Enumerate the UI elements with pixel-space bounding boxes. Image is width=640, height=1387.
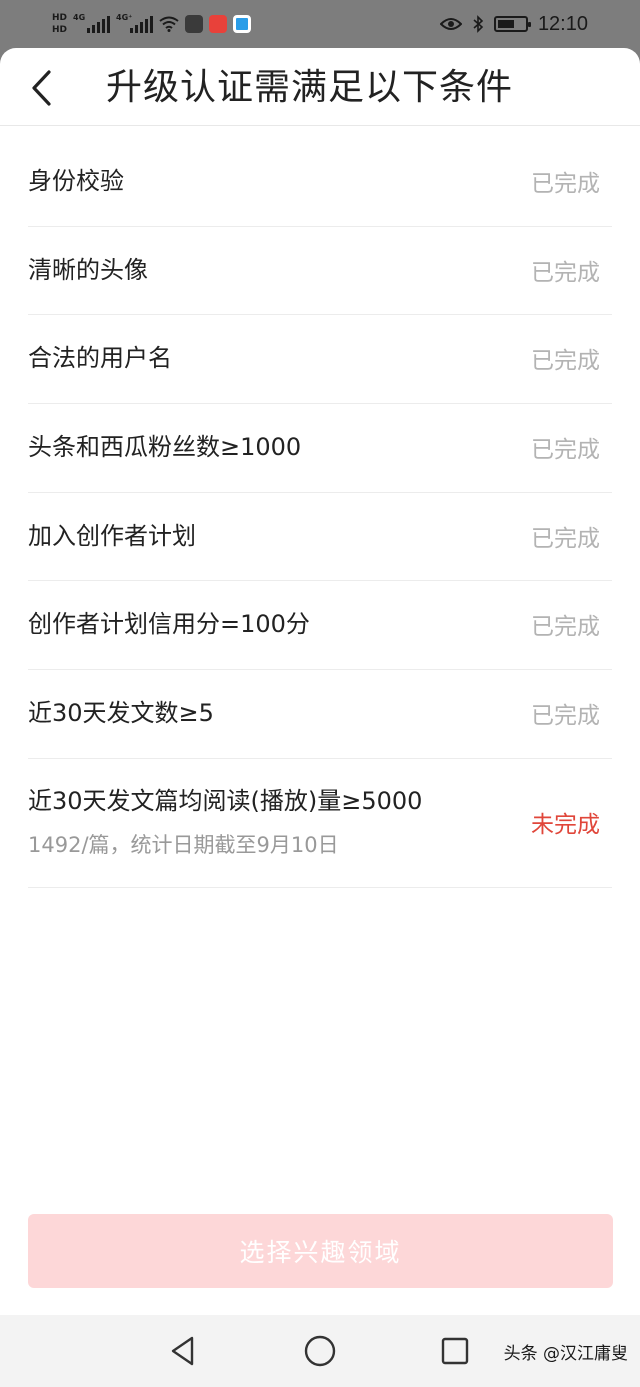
condition-row: 合法的用户名 已完成 xyxy=(28,315,612,405)
nav-recents-icon[interactable] xyxy=(437,1333,473,1369)
back-button[interactable] xyxy=(20,66,64,110)
nav-home-icon[interactable] xyxy=(302,1333,338,1369)
condition-row: 加入创作者计划 已完成 xyxy=(28,493,612,582)
condition-status: 已完成 xyxy=(531,171,600,197)
select-interest-button[interactable]: 选择兴趣领域 xyxy=(28,1214,613,1288)
watermark-text: 头条 @汉江庸叟 xyxy=(503,1344,628,1364)
conditions-list: 身份校验 已完成 清晰的头像 已完成 合法的用户名 已完成 头条和西瓜粉丝数≥1… xyxy=(28,138,612,888)
signal-icon-sim1: 4G xyxy=(73,13,111,33)
condition-row: 创作者计划信用分=100分 已完成 xyxy=(28,581,612,671)
condition-status: 已完成 xyxy=(531,437,600,464)
condition-label: 清晰的头像 xyxy=(28,255,148,284)
condition-row-pending: 近30天发文篇均阅读(播放)量≥5000 1492/篇，统计日期截至9月10日 … xyxy=(28,759,612,888)
sim2-network-label: 4G⁺ xyxy=(116,13,133,22)
eye-comfort-icon xyxy=(439,18,462,30)
header: 升级认证需满足以下条件 xyxy=(0,48,640,126)
condition-status: 已完成 xyxy=(531,348,600,375)
bluetooth-icon xyxy=(473,15,484,33)
condition-row: 清晰的头像 已完成 xyxy=(28,227,612,316)
hd-label-2: HD xyxy=(52,24,68,35)
condition-row: 近30天发文数≥5 已完成 xyxy=(28,670,612,759)
condition-label: 创作者计划信用分=100分 xyxy=(28,610,310,639)
chevron-left-icon xyxy=(32,70,51,106)
condition-label: 加入创作者计划 xyxy=(28,521,196,550)
page-title: 升级认证需满足以下条件 xyxy=(106,67,514,108)
condition-label: 近30天发文篇均阅读(播放)量≥5000 xyxy=(28,786,423,815)
app-notification-icon-1 xyxy=(185,15,204,33)
condition-label: 近30天发文数≥5 xyxy=(28,699,214,728)
hd-indicators: HD HD xyxy=(52,13,67,36)
condition-status-incomplete: 未完成 xyxy=(531,811,600,838)
condition-detail: 1492/篇，统计日期截至9月10日 xyxy=(28,832,339,857)
status-time: 12:10 xyxy=(537,12,588,35)
conditions-sheet: 升级认证需满足以下条件 身份校验 已完成 清晰的头像 已完成 合法的用户名 已完… xyxy=(0,48,640,1315)
status-left: HD HD 4G 4G⁺ xyxy=(52,6,252,42)
app-notification-icon-2 xyxy=(209,15,228,33)
wifi-icon xyxy=(159,16,179,32)
condition-label: 头条和西瓜粉丝数≥1000 xyxy=(28,433,302,462)
condition-row: 头条和西瓜粉丝数≥1000 已完成 xyxy=(28,404,612,493)
app-notification-icon-3 xyxy=(233,15,252,33)
condition-status: 已完成 xyxy=(531,525,600,552)
condition-row: 身份校验 已完成 xyxy=(28,138,612,227)
system-nav-bar: 头条 @汉江庸叟 xyxy=(0,1315,640,1387)
battery-level xyxy=(497,20,514,28)
sim1-network-label: 4G xyxy=(73,13,86,22)
status-bar: HD HD 4G 4G⁺ 12:10 xyxy=(0,0,640,48)
battery-icon xyxy=(493,16,531,32)
signal-icon-sim2: 4G⁺ xyxy=(116,13,154,33)
nav-back-icon[interactable] xyxy=(165,1333,201,1369)
condition-label: 身份校验 xyxy=(28,167,124,195)
condition-label: 合法的用户名 xyxy=(28,344,172,373)
condition-status: 已完成 xyxy=(531,614,600,641)
condition-status: 已完成 xyxy=(531,703,600,730)
status-right: 12:10 xyxy=(439,10,588,38)
condition-status: 已完成 xyxy=(531,259,600,286)
hd-label-1: HD xyxy=(52,12,68,23)
